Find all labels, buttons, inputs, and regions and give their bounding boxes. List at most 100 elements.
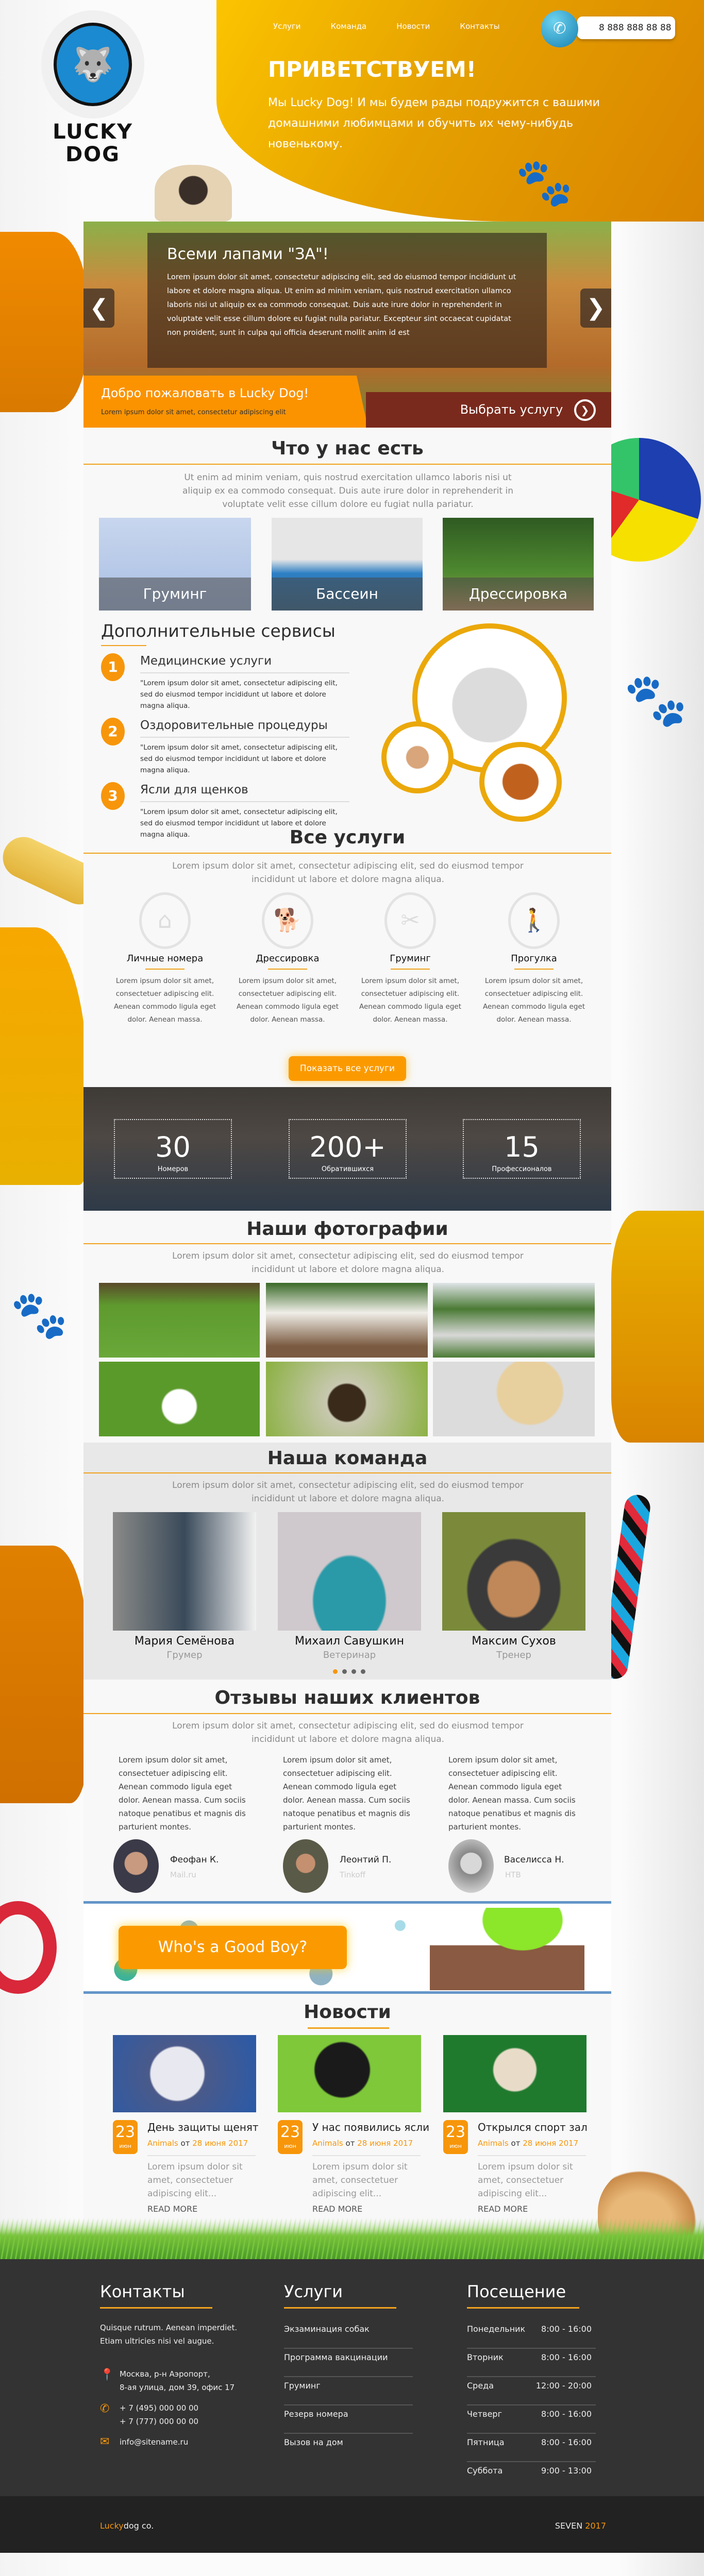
gallery-photo[interactable] xyxy=(99,1283,260,1358)
feature-card-grooming[interactable]: Груминг xyxy=(99,518,251,611)
news-category[interactable]: Animals xyxy=(147,2139,178,2148)
hours-day: Понедельник xyxy=(467,2324,526,2334)
footer-service-link[interactable]: Резерв номера xyxy=(284,2405,413,2434)
address-line: 8-ая улица, дом 39, офис 17 xyxy=(120,2383,235,2392)
nav-news[interactable]: Новости xyxy=(396,22,430,31)
phone-pill[interactable]: 8 888 888 88 88 ✆ xyxy=(541,10,676,47)
nav-team[interactable]: Команда xyxy=(330,22,366,31)
credit-name: SEVEN xyxy=(555,2521,583,2531)
stat-value: 200+ xyxy=(309,1131,386,1163)
extra-services-title: Дополнительные сервисы xyxy=(101,621,336,641)
service-underline xyxy=(268,969,307,970)
footer-email[interactable]: info@sitename.ru xyxy=(120,2435,188,2449)
section-divider xyxy=(83,853,611,854)
footer: Контакты Quisque rutrum. Aenean imperdie… xyxy=(0,2259,704,2496)
phone-line[interactable]: + 7 (777) 000 00 00 xyxy=(120,2415,198,2428)
gallery-photo[interactable] xyxy=(433,1283,595,1358)
hours-row: Суббота 9:00 - 13:00 xyxy=(467,2462,596,2490)
news-image xyxy=(278,2035,421,2112)
gallery-photo[interactable] xyxy=(99,1362,260,1436)
reviews-title: Отзывы наших клиентов xyxy=(214,1687,480,1708)
reviewer-company: Mail.ru xyxy=(170,1870,196,1879)
brand-rest: dog co. xyxy=(123,2521,154,2531)
carousel-dot-active[interactable] xyxy=(333,1669,338,1674)
address-line: Москва, р-н Аэропорт, xyxy=(120,2369,210,2379)
carousel-dot[interactable] xyxy=(342,1669,347,1674)
phone-number: 8 888 888 88 88 xyxy=(599,23,672,33)
news-title-link[interactable]: Открылся спорт зал xyxy=(478,2121,588,2133)
news-title-link[interactable]: У нас появились ясли xyxy=(312,2121,429,2133)
stats-band: 30 Номеров 200+ Обратившихся 15 Профессиона… xyxy=(83,1087,611,1211)
gallery-photo[interactable] xyxy=(433,1362,595,1436)
reviewer-avatar xyxy=(113,1839,159,1893)
feature-card-training[interactable]: Дрессировка xyxy=(443,518,594,611)
show-all-services-button[interactable]: Показать все услуги xyxy=(289,1056,406,1081)
logo[interactable]: 🐺 LUCKY DOG xyxy=(41,10,144,166)
phone-icon: ✆ xyxy=(541,10,578,47)
news-day: 23 xyxy=(115,2123,136,2141)
title-underline xyxy=(284,2307,396,2309)
team-member-role: Ветеринар xyxy=(323,1650,376,1660)
gallery-photo[interactable] xyxy=(266,1283,428,1358)
read-more-link[interactable]: READ MORE xyxy=(478,2204,528,2214)
hours-time: 9:00 - 13:00 xyxy=(541,2466,592,2476)
nav-contacts[interactable]: Контакты xyxy=(460,22,499,31)
features-text: Ut enim ad minim veniam, quis nostrud ex… xyxy=(182,472,514,510)
review-text: Lorem ipsum dolor sit amet, consectetuer… xyxy=(119,1755,246,1832)
news-category[interactable]: Animals xyxy=(312,2139,343,2148)
hero-title: ПРИВЕТСТВУЕМ! xyxy=(268,57,476,82)
hours-row: Вторник 8:00 - 16:00 xyxy=(467,2348,596,2377)
chihuahua-image xyxy=(381,721,454,793)
welcome-panel: Добро пожаловать в Lucky Dog! Lorem ipsu… xyxy=(83,376,368,428)
news-date: 28 июня 2017 xyxy=(523,2139,579,2148)
choose-service-button[interactable]: Выбрать услугу ❯ xyxy=(366,392,611,428)
section-divider xyxy=(83,1243,611,1244)
footer-service-link[interactable]: Груминг xyxy=(284,2377,413,2405)
feature-caption: Груминг xyxy=(99,578,251,611)
news-month: июн xyxy=(449,2143,462,2149)
footer-phones: + 7 (495) 000 00 00 + 7 (777) 000 00 00 xyxy=(120,2401,198,2428)
gallery-photo[interactable] xyxy=(266,1362,428,1436)
footer-service-link[interactable]: Экзаминация собак xyxy=(284,2320,413,2349)
item-divider xyxy=(478,2155,586,2156)
news-image xyxy=(113,2035,256,2112)
reviewer-name: Леонтий П. xyxy=(340,1855,392,1865)
title-underline xyxy=(467,2307,579,2309)
carousel-dot[interactable] xyxy=(361,1669,365,1674)
news-category[interactable]: Animals xyxy=(478,2139,509,2148)
logo-text: LUCKY DOG xyxy=(53,120,133,166)
slider-prev-button[interactable]: ❮ xyxy=(83,289,114,328)
read-more-link[interactable]: READ MORE xyxy=(147,2204,197,2214)
team-member-role: Тренер xyxy=(496,1650,531,1660)
item-divider xyxy=(140,737,349,738)
feature-card-pool[interactable]: Бассеин xyxy=(272,518,423,611)
welcome-title: Добро пожаловать в Lucky Dog! xyxy=(101,386,309,400)
service-title: Прогулка xyxy=(511,953,557,964)
news-excerpt: Lorem ipsum dolor sit amet, consectetuer… xyxy=(147,2162,243,2199)
carousel-dot[interactable] xyxy=(351,1669,356,1674)
slide-title: Всеми лапами "ЗА"! xyxy=(167,245,329,263)
reviewer-name: Феофан К. xyxy=(170,1855,219,1865)
team-photo xyxy=(278,1512,421,1631)
footer-service-link[interactable]: Программа вакцинации xyxy=(284,2348,413,2377)
slider-next-button[interactable]: ❯ xyxy=(580,289,611,328)
nav-services[interactable]: Услуги xyxy=(273,22,300,31)
service-link-label: Экзаминация собак xyxy=(284,2324,370,2334)
footer-service-link[interactable]: Вызов на дом xyxy=(284,2433,413,2462)
hours-time: 8:00 - 16:00 xyxy=(541,2324,592,2334)
service-underline xyxy=(391,969,430,970)
left-orange-shape-3 xyxy=(0,1546,88,1803)
phone-line[interactable]: + 7 (495) 000 00 00 xyxy=(120,2401,198,2415)
title-underline xyxy=(308,2027,389,2029)
promo-banner[interactable]: Who's a Good Boy? xyxy=(83,1901,611,1994)
item-divider xyxy=(140,801,349,802)
footer-contacts-text: Quisque rutrum. Aenean imperdiet. Etiam … xyxy=(100,2323,238,2346)
team-member-name: Михаил Савушкин xyxy=(294,1635,405,1648)
news-title-link[interactable]: День защиты щенят xyxy=(147,2121,259,2133)
brand-highlight: Lucky xyxy=(100,2521,124,2531)
credit-year: 2017 xyxy=(585,2521,606,2531)
read-more-link[interactable]: READ MORE xyxy=(312,2204,362,2214)
section-divider xyxy=(83,1472,611,1473)
news-month: июн xyxy=(284,2143,296,2149)
item-divider xyxy=(312,2155,421,2156)
